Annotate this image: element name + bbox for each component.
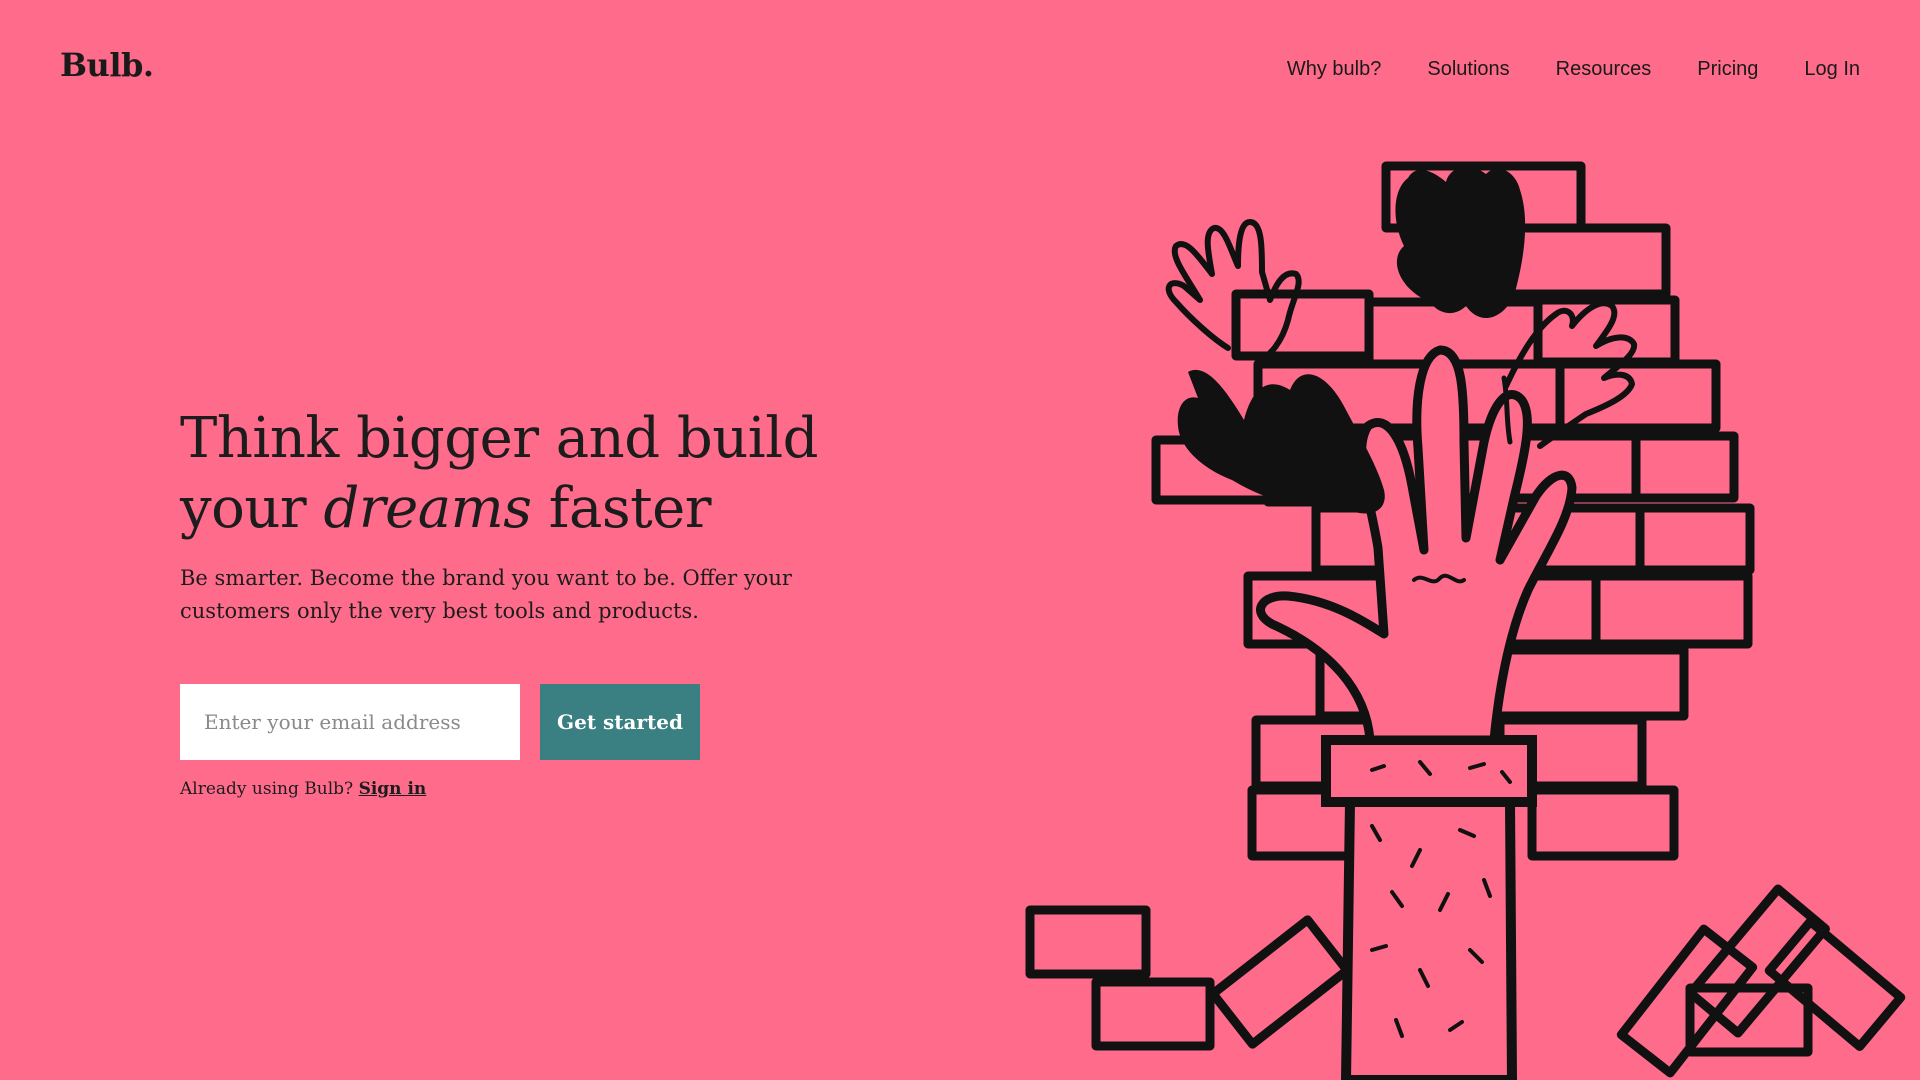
logo[interactable]: Bulb. — [60, 46, 154, 84]
black-hand-top — [1395, 167, 1526, 319]
get-started-button[interactable]: Get started — [540, 684, 700, 760]
signup-form: Get started — [180, 684, 700, 760]
email-field[interactable] — [180, 684, 520, 760]
black-hand-left — [1177, 369, 1385, 514]
hero-section: Think bigger and build your dreams faste… — [180, 404, 860, 628]
nav-solutions[interactable]: Solutions — [1427, 58, 1509, 81]
hero-subheadline: Be smarter. Become the brand you want to… — [180, 566, 792, 623]
main-nav: Why bulb? Solutions Resources Pricing Lo… — [1241, 58, 1860, 81]
brick — [1025, 905, 1151, 979]
brick — [1631, 431, 1739, 503]
brick — [1231, 289, 1374, 361]
brick — [1487, 645, 1689, 721]
hands-brick-wall-illustration — [1025, 161, 1906, 1080]
signin-prompt-text: Already using Bulb? — [180, 779, 354, 799]
brick — [1091, 977, 1215, 1051]
sleeve-body — [1340, 797, 1518, 1080]
nav-pricing[interactable]: Pricing — [1697, 58, 1758, 81]
arm-sleeve — [1321, 735, 1537, 1080]
nav-log-in[interactable]: Log In — [1804, 58, 1860, 81]
brick — [1208, 915, 1352, 1049]
headline-emphasis: dreams — [323, 476, 532, 541]
hero-headline: Think bigger and build your dreams faste… — [180, 404, 860, 544]
sign-in-link[interactable]: Sign in — [359, 779, 427, 799]
brick — [1527, 785, 1679, 861]
brick — [1635, 503, 1755, 575]
nav-why-bulb[interactable]: Why bulb? — [1287, 58, 1382, 81]
nav-resources[interactable]: Resources — [1556, 58, 1652, 81]
signin-prompt: Already using Bulb? Sign in — [180, 779, 426, 799]
brick — [1591, 571, 1753, 649]
headline-text-end: faster — [531, 476, 712, 541]
